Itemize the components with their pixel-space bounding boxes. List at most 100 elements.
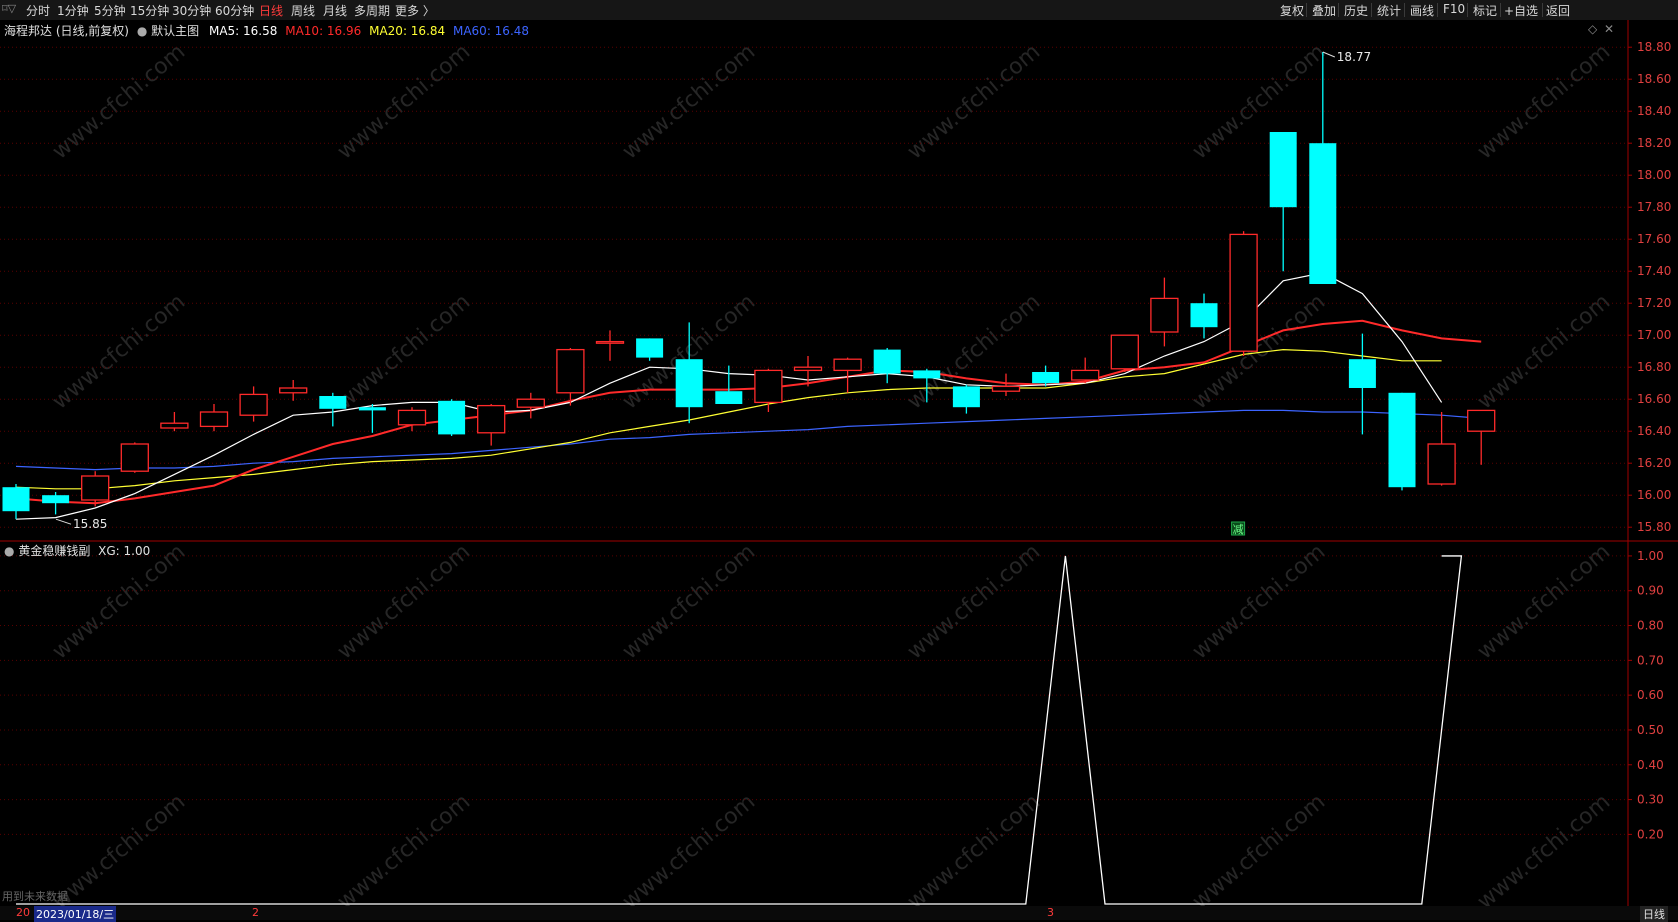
- sub-tick-label: 0.50: [1637, 723, 1664, 737]
- watermark-text: www.cfchi.com: [903, 539, 1045, 664]
- main-tick-label: 16.00: [1637, 488, 1671, 502]
- ma10-label: MA10: 16.96: [285, 24, 362, 38]
- sub-tick-label: 0.30: [1637, 793, 1664, 807]
- diamond-icon[interactable]: ◇: [1588, 22, 1597, 36]
- watermark-text: www.cfchi.com: [1473, 789, 1615, 914]
- sub-tick-label: 0.20: [1637, 827, 1664, 841]
- watermark-text: www.cfchi.com: [333, 539, 475, 664]
- watermark-text: www.cfchi.com: [1188, 539, 1330, 664]
- sub-tick-label: 0.90: [1637, 584, 1664, 598]
- ma5-label: MA5: 16.58: [208, 24, 278, 38]
- main-tick-label: 17.20: [1637, 296, 1671, 310]
- candle-body-up: [991, 385, 1021, 392]
- candle-body-up: [81, 475, 110, 501]
- watermark-text: www.cfchi.com: [48, 289, 190, 414]
- candle-body-up: [397, 409, 427, 426]
- candle-body-down: [1269, 132, 1297, 208]
- watermark-text: www.cfchi.com: [48, 789, 190, 914]
- sub-indicator-title[interactable]: 黄金稳赚钱副: [18, 544, 90, 558]
- main-tick-label: 15.80: [1637, 520, 1671, 534]
- watermark-text: www.cfchi.com: [1188, 39, 1330, 164]
- main-tick-label: 16.80: [1637, 360, 1671, 374]
- main-tick-label: 18.80: [1637, 40, 1671, 54]
- watermark-text: www.cfchi.com: [333, 289, 475, 414]
- watermark-text: www.cfchi.com: [1188, 789, 1330, 914]
- watermark-text: www.cfchi.com: [333, 39, 475, 164]
- watermark-text: www.cfchi.com: [903, 39, 1045, 164]
- low-pointer: [55, 518, 72, 525]
- candle-body-up: [595, 340, 625, 344]
- candle-body-down: [715, 391, 743, 404]
- candle-body-up: [1427, 443, 1456, 485]
- main-tick-label: 17.40: [1637, 264, 1671, 278]
- candle-body-down: [1388, 392, 1416, 488]
- main-tick-label: 16.60: [1637, 392, 1671, 406]
- candle-body-up: [556, 348, 585, 394]
- candle-body-down: [438, 400, 466, 435]
- sub-tick-label: 0.60: [1637, 688, 1664, 702]
- candle-body-down: [358, 407, 386, 411]
- candle-body-down: [913, 370, 941, 379]
- main-tick-label: 16.20: [1637, 456, 1671, 470]
- main-tick-label: 18.60: [1637, 72, 1671, 86]
- candle-body-down: [2, 487, 30, 512]
- candle-body-up: [754, 369, 783, 404]
- sub-tick-label: 1.00: [1637, 549, 1664, 563]
- candle-body-up: [1071, 369, 1100, 381]
- watermark-text: www.cfchi.com: [1473, 289, 1615, 414]
- stock-title: 海程邦达 (日线,前复权): [4, 24, 129, 38]
- future-data-note: 用到未来数据: [2, 890, 68, 903]
- sub-toggle-icon[interactable]: ●: [4, 544, 14, 558]
- candle-body-up: [477, 404, 506, 434]
- candle-body-up: [279, 387, 308, 394]
- ma60-line: [15, 409, 1482, 471]
- candle-body-down: [1032, 372, 1060, 384]
- candle-body-down: [42, 495, 70, 504]
- watermark-text: www.cfchi.com: [903, 789, 1045, 914]
- xg-value-label: XG: 1.00: [98, 544, 151, 558]
- candle-body-up: [199, 411, 229, 428]
- close-icon[interactable]: ✕: [1604, 22, 1614, 36]
- candle-body-up: [793, 366, 823, 372]
- main-tick-label: 18.20: [1637, 136, 1671, 150]
- date-axis: 20 2023/01/18/三 2 3 日线: [0, 906, 1678, 922]
- watermark-text: www.cfchi.com: [48, 39, 190, 164]
- watermark-text: www.cfchi.com: [618, 539, 760, 664]
- candle-body-down: [675, 359, 703, 408]
- sub-info-bar: ● 黄金稳赚钱副 XG: 1.00: [4, 542, 150, 559]
- watermark-text: www.cfchi.com: [1473, 539, 1615, 664]
- kline-chart[interactable]: www.cfchi.com www.cfchi.com www.cfchi.com w…: [0, 0, 1678, 920]
- ma20-label: MA20: 16.84: [369, 24, 446, 38]
- indicator-toggle-icon[interactable]: ●: [137, 24, 147, 38]
- sub-tick-label: 0.80: [1637, 619, 1664, 633]
- watermark-text: www.cfchi.com: [618, 39, 760, 164]
- main-tick-label: 17.80: [1637, 200, 1671, 214]
- candle-body-down: [636, 338, 664, 358]
- sub-tick-label: 0.40: [1637, 758, 1664, 772]
- reduce-marker-text: 减: [1233, 523, 1244, 536]
- watermark-text: www.cfchi.com: [333, 789, 475, 914]
- candle-body-up: [239, 393, 268, 416]
- month-mark-2: 2: [252, 906, 259, 919]
- candle-body-up: [1467, 409, 1496, 432]
- candle-body-up: [516, 398, 545, 408]
- candle-body-up: [1229, 233, 1258, 352]
- main-tick-label: 17.00: [1637, 328, 1671, 342]
- main-tick-label: 16.40: [1637, 424, 1671, 438]
- main-tick-label: 17.60: [1637, 232, 1671, 246]
- candle-body-down: [1348, 359, 1376, 388]
- main-tick-label: 18.00: [1637, 168, 1671, 182]
- low-price-label: 15.85: [73, 517, 107, 531]
- candle-body-down: [1190, 303, 1218, 328]
- year-prefix: 20: [16, 906, 30, 919]
- watermark-text: www.cfchi.com: [1473, 39, 1615, 164]
- month-mark-3: 3: [1047, 906, 1054, 919]
- candle-body-up: [160, 422, 189, 429]
- sub-tick-label: 0.70: [1637, 653, 1664, 667]
- candle-body-up: [1110, 334, 1139, 370]
- high-price-label: 18.77: [1337, 50, 1371, 64]
- ma60-label: MA60: 16.48: [452, 24, 530, 38]
- candle-body-up: [833, 358, 862, 372]
- main-indicator-label[interactable]: 默认主图: [151, 24, 199, 38]
- candle-body-down: [873, 349, 901, 374]
